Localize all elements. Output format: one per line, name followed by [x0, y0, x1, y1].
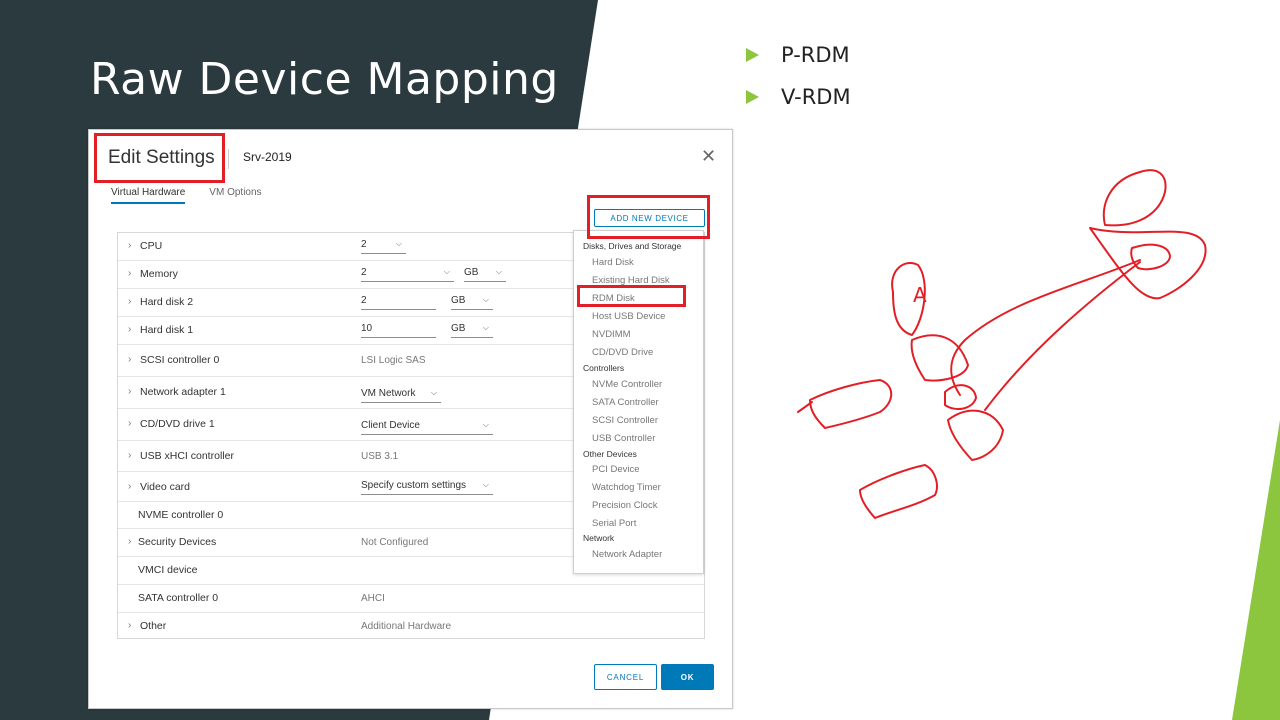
green-corner-accent — [1232, 420, 1280, 720]
memory-input[interactable]: 2 ⌵ — [361, 267, 454, 282]
chevron-right-icon[interactable]: › — [128, 296, 131, 307]
menu-item-cd-dvd-drive[interactable]: CD/DVD Drive — [592, 347, 653, 358]
cancel-button[interactable]: CANCEL — [594, 664, 657, 690]
hard-disk-2-size-input[interactable]: 2 — [361, 295, 436, 310]
chevron-down-icon: ⌵ — [395, 239, 402, 248]
chevron-down-icon: ⌵ — [482, 480, 489, 489]
row-label: Memory — [140, 268, 178, 280]
row-label: SCSI controller 0 — [140, 354, 220, 366]
table-row[interactable]: › Other Additional Hardware — [118, 613, 704, 641]
chevron-down-icon: ⌵ — [430, 388, 437, 397]
menu-item-serial-port[interactable]: Serial Port — [592, 518, 636, 529]
slide-title: Raw Device Mapping — [90, 54, 559, 105]
menu-group-heading: Other Devices — [583, 449, 637, 459]
chevron-right-icon[interactable]: › — [128, 481, 131, 492]
chevron-right-icon[interactable]: › — [128, 418, 131, 429]
menu-item-usb-controller[interactable]: USB Controller — [592, 433, 655, 444]
row-value: AHCI — [361, 593, 385, 604]
select-value: Specify custom settings — [361, 480, 467, 491]
menu-item-watchdog-timer[interactable]: Watchdog Timer — [592, 482, 661, 493]
chevron-down-icon: ⌵ — [482, 420, 489, 429]
chevron-right-icon[interactable]: › — [128, 354, 131, 365]
bullet-arrow-icon — [746, 48, 759, 62]
menu-item-sata-controller[interactable]: SATA Controller — [592, 397, 659, 408]
row-label: Security Devices — [138, 536, 217, 548]
input-value: 2 — [361, 267, 367, 278]
menu-group-heading: Disks, Drives and Storage — [583, 241, 682, 251]
menu-item-hard-disk[interactable]: Hard Disk — [592, 257, 634, 268]
row-value: Additional Hardware — [361, 621, 452, 632]
vm-name: Srv-2019 — [243, 150, 292, 164]
input-value: 2 — [361, 295, 367, 306]
bullet-text: V-RDM — [781, 85, 851, 109]
menu-item-pci-device[interactable]: PCI Device — [592, 464, 640, 475]
video-card-select[interactable]: Specify custom settings ⌵ — [361, 480, 493, 495]
bullet-arrow-icon — [746, 90, 759, 104]
row-label: Network adapter 1 — [140, 386, 226, 398]
select-value: Client Device — [361, 420, 420, 431]
select-value: 2 — [361, 239, 367, 250]
bullet-text: P-RDM — [781, 43, 850, 67]
title-separator — [228, 149, 229, 169]
chevron-right-icon[interactable]: › — [128, 268, 131, 279]
menu-item-scsi-controller[interactable]: SCSI Controller — [592, 415, 658, 426]
memory-unit-select[interactable]: GB ⌵ — [464, 267, 506, 282]
chevron-down-icon: ⌵ — [482, 295, 489, 304]
highlight-rdm-disk — [577, 285, 686, 307]
bullet-list: P-RDM V-RDM — [746, 34, 851, 118]
row-label: Other — [140, 620, 167, 632]
menu-group-heading: Controllers — [583, 363, 625, 373]
row-label: VMCI device — [138, 564, 198, 576]
add-device-menu: Disks, Drives and Storage Hard Disk Exis… — [573, 230, 704, 574]
chevron-right-icon[interactable]: › — [128, 324, 131, 335]
chevron-down-icon: ⌵ — [443, 267, 450, 276]
menu-item-precision-clock[interactable]: Precision Clock — [592, 500, 657, 511]
cd-dvd-select[interactable]: Client Device ⌵ — [361, 420, 493, 435]
menu-item-host-usb-device[interactable]: Host USB Device — [592, 311, 665, 322]
chevron-right-icon[interactable]: › — [128, 240, 131, 251]
tab-vm-options[interactable]: VM Options — [209, 187, 261, 204]
menu-item-nvdimm[interactable]: NVDIMM — [592, 329, 631, 340]
close-icon[interactable]: ✕ — [701, 146, 716, 167]
cpu-select[interactable]: 2 ⌵ — [361, 239, 406, 254]
menu-item-network-adapter[interactable]: Network Adapter — [592, 549, 662, 560]
row-label: USB xHCI controller — [140, 450, 234, 462]
chevron-down-icon: ⌵ — [482, 323, 489, 332]
chevron-down-icon: ⌵ — [495, 267, 502, 276]
hard-disk-1-unit-select[interactable]: GB ⌵ — [451, 323, 493, 338]
highlight-edit-settings — [94, 133, 225, 183]
select-value: GB — [464, 267, 479, 278]
bullet-item: P-RDM — [746, 34, 851, 76]
row-value: USB 3.1 — [361, 451, 399, 462]
row-label: NVME controller 0 — [138, 509, 224, 521]
menu-group-heading: Network — [583, 533, 615, 543]
row-label: CD/DVD drive 1 — [140, 418, 215, 430]
chevron-right-icon[interactable]: › — [128, 386, 131, 397]
menu-item-nvme-controller[interactable]: NVMe Controller — [592, 379, 662, 390]
table-row: SATA controller 0 AHCI — [118, 585, 704, 613]
select-value: VM Network — [361, 388, 416, 399]
select-value: GB — [451, 295, 466, 306]
input-value: 10 — [361, 323, 373, 334]
chevron-right-icon[interactable]: › — [128, 536, 131, 547]
select-value: GB — [451, 323, 466, 334]
highlight-add-new-device — [587, 195, 710, 239]
bullet-item: V-RDM — [746, 76, 851, 118]
row-label: CPU — [140, 240, 163, 252]
row-value: LSI Logic SAS — [361, 355, 426, 366]
chevron-right-icon[interactable]: › — [128, 450, 131, 461]
row-label: Hard disk 1 — [140, 324, 194, 336]
hard-disk-1-size-input[interactable]: 10 — [361, 323, 436, 338]
chevron-right-icon[interactable]: › — [128, 620, 131, 631]
network-select[interactable]: VM Network ⌵ — [361, 388, 441, 403]
row-label: SATA controller 0 — [138, 592, 219, 604]
tab-virtual-hardware[interactable]: Virtual Hardware — [111, 187, 186, 204]
dialog-tabs: Virtual Hardware VM Options — [111, 187, 286, 204]
row-value: Not Configured — [361, 537, 429, 548]
ok-button[interactable]: OK — [661, 664, 714, 690]
row-label: Hard disk 2 — [140, 296, 194, 308]
hard-disk-2-unit-select[interactable]: GB ⌵ — [451, 295, 493, 310]
row-label: Video card — [140, 481, 191, 493]
